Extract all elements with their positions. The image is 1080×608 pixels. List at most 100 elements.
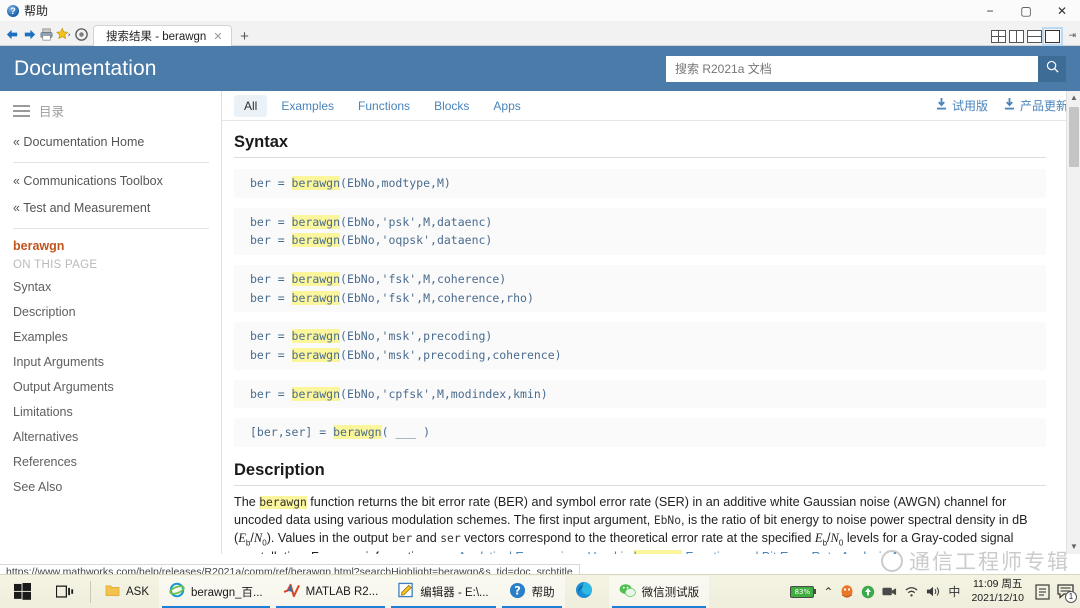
taskbar-item-berawgn-baidu[interactable]: berawgn_百... — [159, 575, 273, 608]
matlab-icon — [283, 583, 300, 601]
code-line[interactable]: ber = berawgn(EbNo,'psk',M,dataenc) — [234, 213, 1046, 232]
syntax-group: ber = berawgn(EbNo,'fsk',M,coherence) be… — [234, 265, 1046, 313]
favorites-star-icon[interactable] — [56, 27, 72, 42]
layout-buttons — [991, 27, 1063, 46]
chevron-up-icon[interactable]: ⌃ — [823, 585, 833, 599]
hamburger-icon[interactable] — [13, 104, 30, 117]
home-icon[interactable] — [74, 27, 89, 42]
maximize-button[interactable]: ▢ — [1008, 0, 1044, 22]
minimize-button[interactable]: − — [972, 0, 1008, 22]
syntax-group: [ber,ser] = berawgn( ___ ) — [234, 418, 1046, 448]
close-button[interactable]: ✕ — [1044, 0, 1080, 22]
highlight-term: berawgn — [291, 386, 341, 401]
taskbar-item-editor[interactable]: 编辑器 - E:\... — [388, 575, 499, 608]
clock-date: 2021/12/10 — [971, 591, 1024, 604]
browser-tab[interactable]: 搜索结果 - berawgn ✕ — [93, 25, 232, 46]
sidebar-item-communications-toolbox[interactable]: « Communications Toolbox — [13, 168, 221, 196]
scroll-down-arrow[interactable]: ▼ — [1067, 540, 1080, 554]
clock[interactable]: 11:09 周五 2021/12/10 — [967, 578, 1028, 604]
tab-apps[interactable]: Apps — [483, 95, 530, 117]
syntax-block: ber = berawgn(EbNo,modtype,M) ber = bera… — [234, 166, 1046, 448]
sidebar-item-alternatives[interactable]: Alternatives — [13, 425, 221, 450]
syntax-group: ber = berawgn(EbNo,'psk',M,dataenc) ber … — [234, 207, 1046, 256]
sidebar-item-syntax[interactable]: Syntax — [13, 275, 221, 300]
new-tab-button[interactable]: + — [232, 27, 258, 46]
layout-two-row-icon[interactable] — [1027, 30, 1042, 43]
code-line[interactable]: [ber,ser] = berawgn( ___ ) — [234, 423, 1046, 442]
syntax-group: ber = berawgn(EbNo,modtype,M) — [234, 169, 1046, 198]
sidebar-item-input-arguments[interactable]: Input Arguments — [13, 350, 221, 375]
folder-icon — [105, 583, 120, 600]
code-line[interactable]: ber = berawgn(EbNo,'oqpsk',dataenc) — [234, 231, 1046, 250]
taskbar-item-wechat[interactable]: 微信测试版 — [608, 575, 710, 608]
capture-icon[interactable] — [882, 585, 897, 598]
divider — [90, 580, 91, 603]
analytical-expressions-link[interactable]: Analytical Expressions Used in berawgn F… — [458, 549, 913, 554]
tab-functions[interactable]: Functions — [348, 95, 420, 117]
tab-all[interactable]: All — [234, 94, 268, 117]
code-line[interactable]: ber = berawgn(EbNo,'fsk',M,coherence) — [234, 270, 1046, 289]
content-tabs: All Examples Functions Blocks Apps 试用版 产… — [222, 91, 1080, 121]
ime-indicator[interactable]: 中 — [948, 583, 960, 600]
tab-blocks[interactable]: Blocks — [424, 95, 479, 117]
document-body: Syntax ber = berawgn(EbNo,modtype,M) ber… — [222, 121, 1080, 554]
product-updates-label: 产品更新 — [1019, 99, 1068, 113]
search-button[interactable] — [1038, 55, 1066, 82]
tab-overflow-icon[interactable]: ⇥ — [1068, 30, 1076, 41]
sidebar-item-output-arguments[interactable]: Output Arguments — [13, 375, 221, 400]
download-icon — [936, 98, 947, 113]
sidebar-item-test-and-measurement[interactable]: « Test and Measurement — [13, 195, 221, 223]
sidebar-item-limitations[interactable]: Limitations — [13, 400, 221, 425]
scrollbar-thumb[interactable] — [1069, 107, 1079, 167]
wifi-icon[interactable] — [904, 585, 919, 598]
forward-arrow-icon[interactable] — [22, 27, 37, 42]
highlight-term: berawgn — [259, 496, 307, 510]
highlight-term: berawgn — [291, 233, 341, 248]
volume-icon[interactable] — [926, 585, 941, 598]
taskbar-item-matlab[interactable]: MATLAB R2... — [272, 575, 389, 608]
code-line[interactable]: ber = berawgn(EbNo,'msk',precoding) — [234, 327, 1046, 346]
editor-icon — [398, 582, 414, 601]
layout-two-column-icon[interactable] — [1009, 30, 1024, 43]
code-line[interactable]: ber = berawgn(EbNo,modtype,M) — [234, 174, 1046, 193]
task-view-icon[interactable] — [44, 584, 86, 600]
taskbar-item-ask[interactable]: ASK — [95, 576, 159, 608]
divider — [13, 227, 209, 229]
close-icon[interactable]: ✕ — [213, 30, 222, 43]
notes-icon[interactable] — [1035, 583, 1050, 600]
code-line[interactable]: ber = berawgn(EbNo,'msk',precoding,coher… — [234, 346, 1046, 365]
layout-grid-icon[interactable] — [991, 30, 1006, 43]
battery-icon[interactable]: 83% — [790, 585, 817, 598]
taskbar-item-label: 微信测试版 — [641, 586, 700, 599]
toc-header[interactable]: 目录 — [0, 91, 221, 129]
microsoft-edge-icon — [575, 581, 593, 602]
qq-icon[interactable] — [840, 584, 854, 599]
sidebar-item-references[interactable]: References — [13, 450, 221, 475]
sidebar-current-page[interactable]: berawgn — [13, 234, 221, 257]
code-line[interactable]: ber = berawgn(EbNo,'fsk',M,coherence,rho… — [234, 289, 1046, 308]
trial-link[interactable]: 试用版 — [936, 97, 988, 114]
sidebar-item-see-also[interactable]: See Also — [13, 475, 221, 500]
sidebar-item-description[interactable]: Description — [13, 300, 221, 325]
product-updates-link[interactable]: 产品更新 — [1004, 97, 1068, 114]
layout-single-icon[interactable] — [1042, 27, 1063, 46]
back-arrow-icon[interactable] — [5, 27, 20, 42]
sidebar-links: « Documentation Home « Communications To… — [0, 129, 221, 500]
action-center-icon[interactable]: 1 — [1057, 583, 1077, 603]
tab-examples[interactable]: Examples — [271, 95, 344, 117]
sidebar-item-examples[interactable]: Examples — [13, 325, 221, 350]
scroll-up-arrow[interactable]: ▲ — [1067, 91, 1080, 105]
windows-start-icon[interactable] — [0, 583, 44, 600]
code-line[interactable]: ber = berawgn(EbNo,'cpfsk',M,modindex,km… — [234, 385, 1046, 404]
syntax-group: ber = berawgn(EbNo,'cpfsk',M,modindex,km… — [234, 379, 1046, 409]
taskbar-item-label: ASK — [126, 585, 150, 598]
print-icon[interactable] — [39, 27, 54, 42]
vertical-scrollbar[interactable]: ▲ ▼ — [1066, 91, 1080, 554]
sidebar-item-documentation-home[interactable]: « Documentation Home — [13, 129, 221, 157]
update-icon[interactable] — [861, 585, 875, 599]
taskbar-item-help[interactable]: ? 帮助 — [498, 575, 565, 608]
taskbar-item-edge[interactable] — [565, 576, 609, 608]
search-input[interactable] — [666, 55, 1038, 82]
toc-label: 目录 — [39, 105, 65, 119]
page-title: Documentation — [14, 56, 157, 80]
